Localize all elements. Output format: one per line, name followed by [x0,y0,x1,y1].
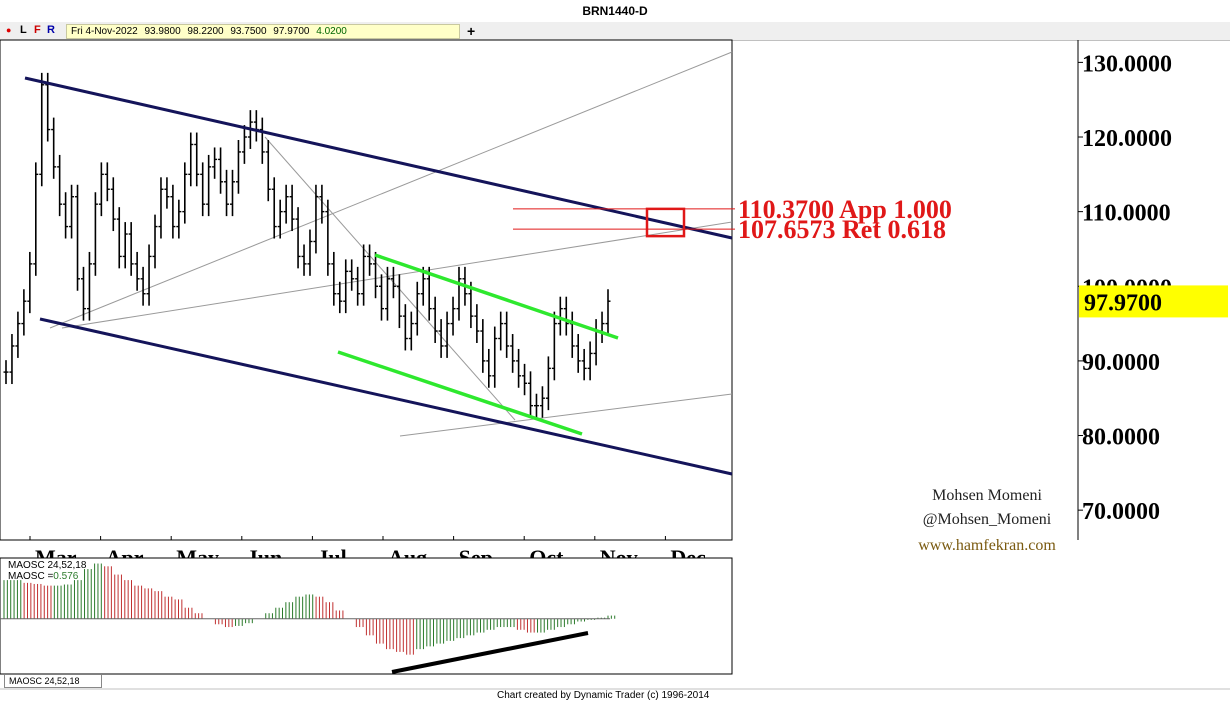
watermark-handle: @Mohsen_Momeni [922,511,1052,528]
watermark-site: www.hamfekran.com [918,537,1056,554]
watermark-name: Mohsen Momeni [932,487,1042,504]
price-panel [0,39,733,541]
y-tick-label: 120.0000 [1082,126,1172,152]
target-label: 107.6573 Ret 0.618 [738,215,946,244]
oscillator-value-label: MAOSC =0.576 [8,571,79,582]
last-price-label: 97.9700 [1084,290,1162,316]
y-tick-label: 80.0000 [1082,425,1160,451]
y-tick-label: 110.0000 [1082,201,1171,227]
y-tick-label: 90.0000 [1082,350,1160,376]
oscillator-value: 0.576 [53,571,79,582]
y-tick-label: 130.0000 [1082,51,1172,77]
oscillator-tab[interactable]: MAOSC 24,52,18 [4,675,102,688]
price-chart: 130.0000120.0000110.0000100.000090.00008… [0,39,1230,690]
oscillator-panel [0,557,733,675]
footer-credit: Chart created by Dynamic Trader (c) 1996… [497,690,710,701]
y-tick-label: 70.0000 [1082,499,1160,525]
